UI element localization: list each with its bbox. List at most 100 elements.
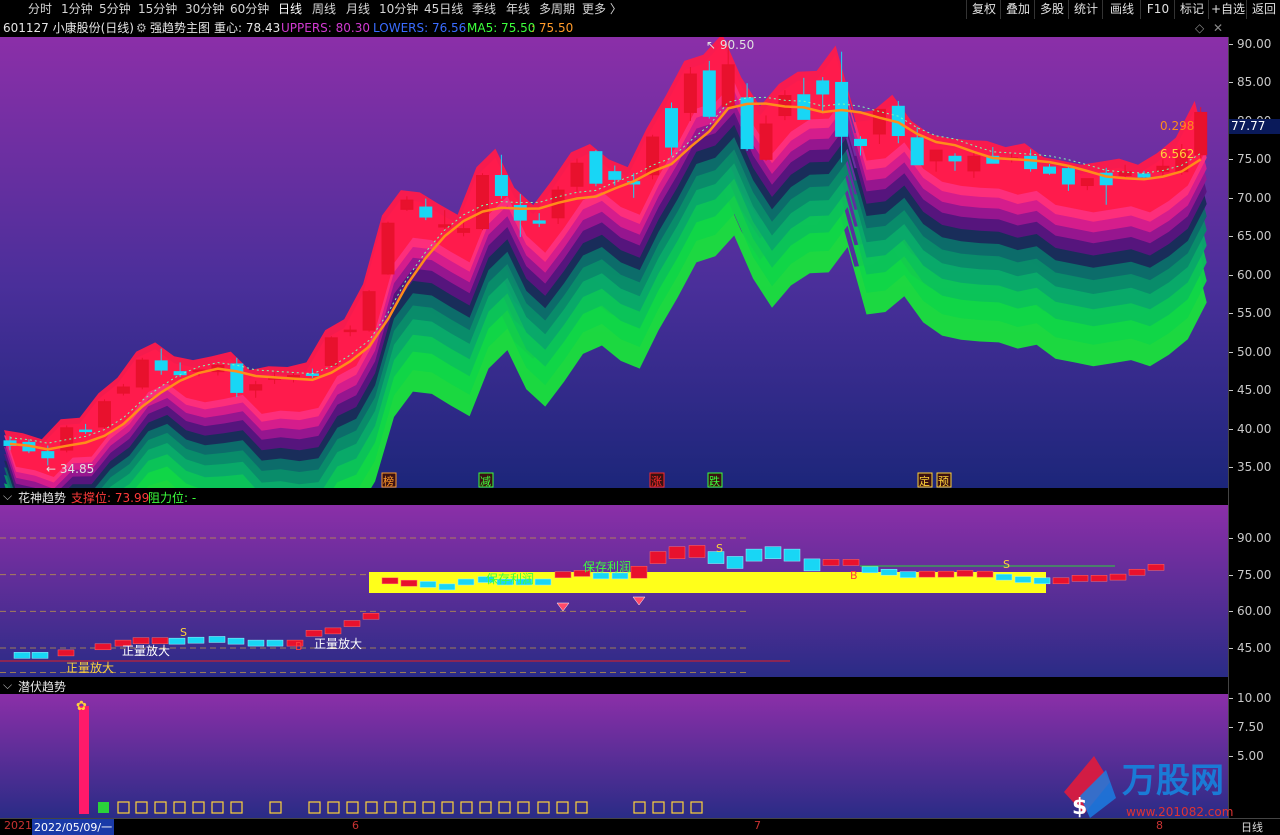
event-marker[interactable]: 涨 [649, 472, 665, 488]
trend-block[interactable] [649, 551, 667, 564]
period-tab[interactable]: 30分钟 [185, 1, 224, 18]
event-marker[interactable]: 预 [936, 472, 952, 488]
main-chart-panel[interactable]: ↖ 90.50 ← 34.85 榜 减 涨 跌 定预 0.298 6.562 [0, 37, 1228, 488]
trend-block[interactable] [208, 636, 226, 643]
trend-block[interactable] [168, 637, 186, 645]
candle[interactable] [476, 173, 489, 231]
trend-block[interactable] [842, 559, 860, 566]
trend-block[interactable] [247, 639, 265, 647]
trend-block[interactable] [880, 568, 898, 576]
candle[interactable] [381, 221, 395, 275]
trend-block[interactable] [1014, 576, 1032, 583]
trend-block[interactable] [937, 570, 955, 578]
toolbar-button[interactable]: 多股 [1034, 0, 1069, 19]
toolbar-button[interactable]: +自选 [1208, 0, 1247, 19]
trend-block[interactable] [764, 546, 782, 559]
trend-block[interactable] [554, 571, 572, 578]
indicator-name[interactable]: 强趋势主图 [150, 19, 210, 37]
period-tab[interactable]: 60分钟 [230, 1, 269, 18]
toolbar-button[interactable]: 统计 [1068, 0, 1103, 19]
candle[interactable] [230, 357, 244, 398]
trend-block[interactable] [745, 548, 763, 562]
trend-block[interactable] [1128, 568, 1146, 576]
indicator-settings-icon[interactable]: ⚙ [136, 19, 147, 37]
candle[interactable] [98, 399, 111, 429]
candle[interactable] [1194, 107, 1208, 158]
period-tab[interactable]: 周线 [312, 1, 336, 18]
trend-block[interactable] [438, 583, 456, 591]
panel3-title[interactable]: 潜伏趋势 [18, 678, 66, 695]
trend-block[interactable] [94, 643, 112, 651]
period-tab[interactable]: 分时 [28, 1, 52, 18]
trend-block[interactable] [324, 627, 342, 635]
trend-block[interactable] [1109, 573, 1127, 581]
signal-bar[interactable] [79, 706, 89, 814]
trend-block[interactable] [668, 546, 686, 559]
toolbar-button[interactable]: 画线 [1102, 0, 1141, 19]
period-tab[interactable]: 5分钟 [99, 1, 131, 18]
qianfu-trend-panel[interactable]: ✿ [0, 694, 1228, 818]
huashen-trend-chart[interactable]: 正量放大正量放大 正量放大保存利润保存利润SSSBB [0, 505, 1228, 677]
trend-block[interactable] [726, 556, 744, 569]
trend-block[interactable] [1052, 577, 1070, 585]
trend-block[interactable] [57, 649, 75, 657]
trend-block[interactable] [305, 630, 323, 637]
qianfu-trend-chart[interactable]: ✿ [0, 694, 1228, 818]
toolbar-button[interactable]: 复权 [966, 0, 1001, 19]
period-label[interactable]: 日线 [1241, 819, 1263, 835]
trend-block[interactable] [1071, 575, 1089, 582]
period-tab[interactable]: 45日线 [424, 1, 463, 18]
trend-block[interactable] [783, 548, 801, 562]
event-marker[interactable]: 减 [478, 472, 494, 488]
candle[interactable] [135, 357, 149, 390]
trend-block[interactable] [381, 577, 399, 585]
collapse-icon[interactable]: ⌵ [3, 489, 12, 504]
trend-block[interactable] [31, 652, 49, 659]
trend-block[interactable] [266, 639, 284, 647]
candle[interactable] [665, 102, 678, 156]
period-tab[interactable]: 更多 〉 [582, 1, 622, 18]
close-icon[interactable]: ✕ [1213, 19, 1223, 37]
period-tab[interactable]: 1分钟 [61, 1, 93, 18]
toolbar-button[interactable]: 叠加 [1000, 0, 1035, 19]
trend-block[interactable] [362, 612, 380, 620]
trend-block[interactable] [457, 578, 475, 586]
trend-block[interactable] [187, 636, 205, 644]
toolbar-button[interactable]: F10 [1140, 0, 1175, 19]
panel2-title[interactable]: 花神趋势 [18, 489, 66, 506]
trend-block[interactable] [343, 620, 361, 627]
trend-block[interactable] [1090, 575, 1108, 582]
candle[interactable] [570, 158, 584, 192]
trend-block[interactable] [803, 558, 821, 572]
trend-block[interactable] [1147, 564, 1165, 571]
collapse-icon[interactable]: ⌵ [3, 678, 12, 693]
period-tab[interactable]: 15分钟 [138, 1, 177, 18]
period-tab[interactable]: 季线 [472, 1, 496, 18]
trend-block[interactable] [13, 652, 31, 659]
period-tab[interactable]: 多周期 [539, 1, 575, 18]
trend-block[interactable] [419, 581, 437, 588]
event-marker[interactable]: 榜 [381, 472, 397, 488]
trend-block[interactable] [1033, 577, 1051, 585]
trend-block[interactable] [151, 637, 169, 644]
trend-block[interactable] [861, 566, 879, 574]
trend-block[interactable] [688, 545, 706, 558]
trend-block[interactable] [956, 570, 974, 577]
trend-block[interactable] [227, 637, 245, 645]
main-candlestick-chart[interactable]: ↖ 90.50 ← 34.85 榜 减 涨 跌 定预 [0, 37, 1228, 488]
trend-block[interactable] [899, 571, 917, 578]
diamond-icon[interactable]: ◇ [1195, 19, 1204, 37]
huashen-trend-panel[interactable]: 正量放大 正量放大 正量放大 保存利润 保存利润 S S S B B [0, 505, 1228, 677]
candle[interactable] [324, 336, 338, 368]
candle[interactable] [683, 67, 697, 121]
trend-block[interactable] [534, 578, 552, 586]
event-marker[interactable]: 跌 [707, 472, 723, 488]
trend-block[interactable] [630, 565, 648, 579]
toolbar-button[interactable]: 标记 [1174, 0, 1209, 19]
period-tab[interactable]: 月线 [346, 1, 370, 18]
period-tab[interactable]: 年线 [506, 1, 530, 18]
trend-block[interactable] [995, 573, 1013, 581]
period-tab[interactable]: 日线 [278, 1, 302, 18]
candle[interactable] [589, 150, 603, 187]
period-tab[interactable]: 10分钟 [379, 1, 418, 18]
